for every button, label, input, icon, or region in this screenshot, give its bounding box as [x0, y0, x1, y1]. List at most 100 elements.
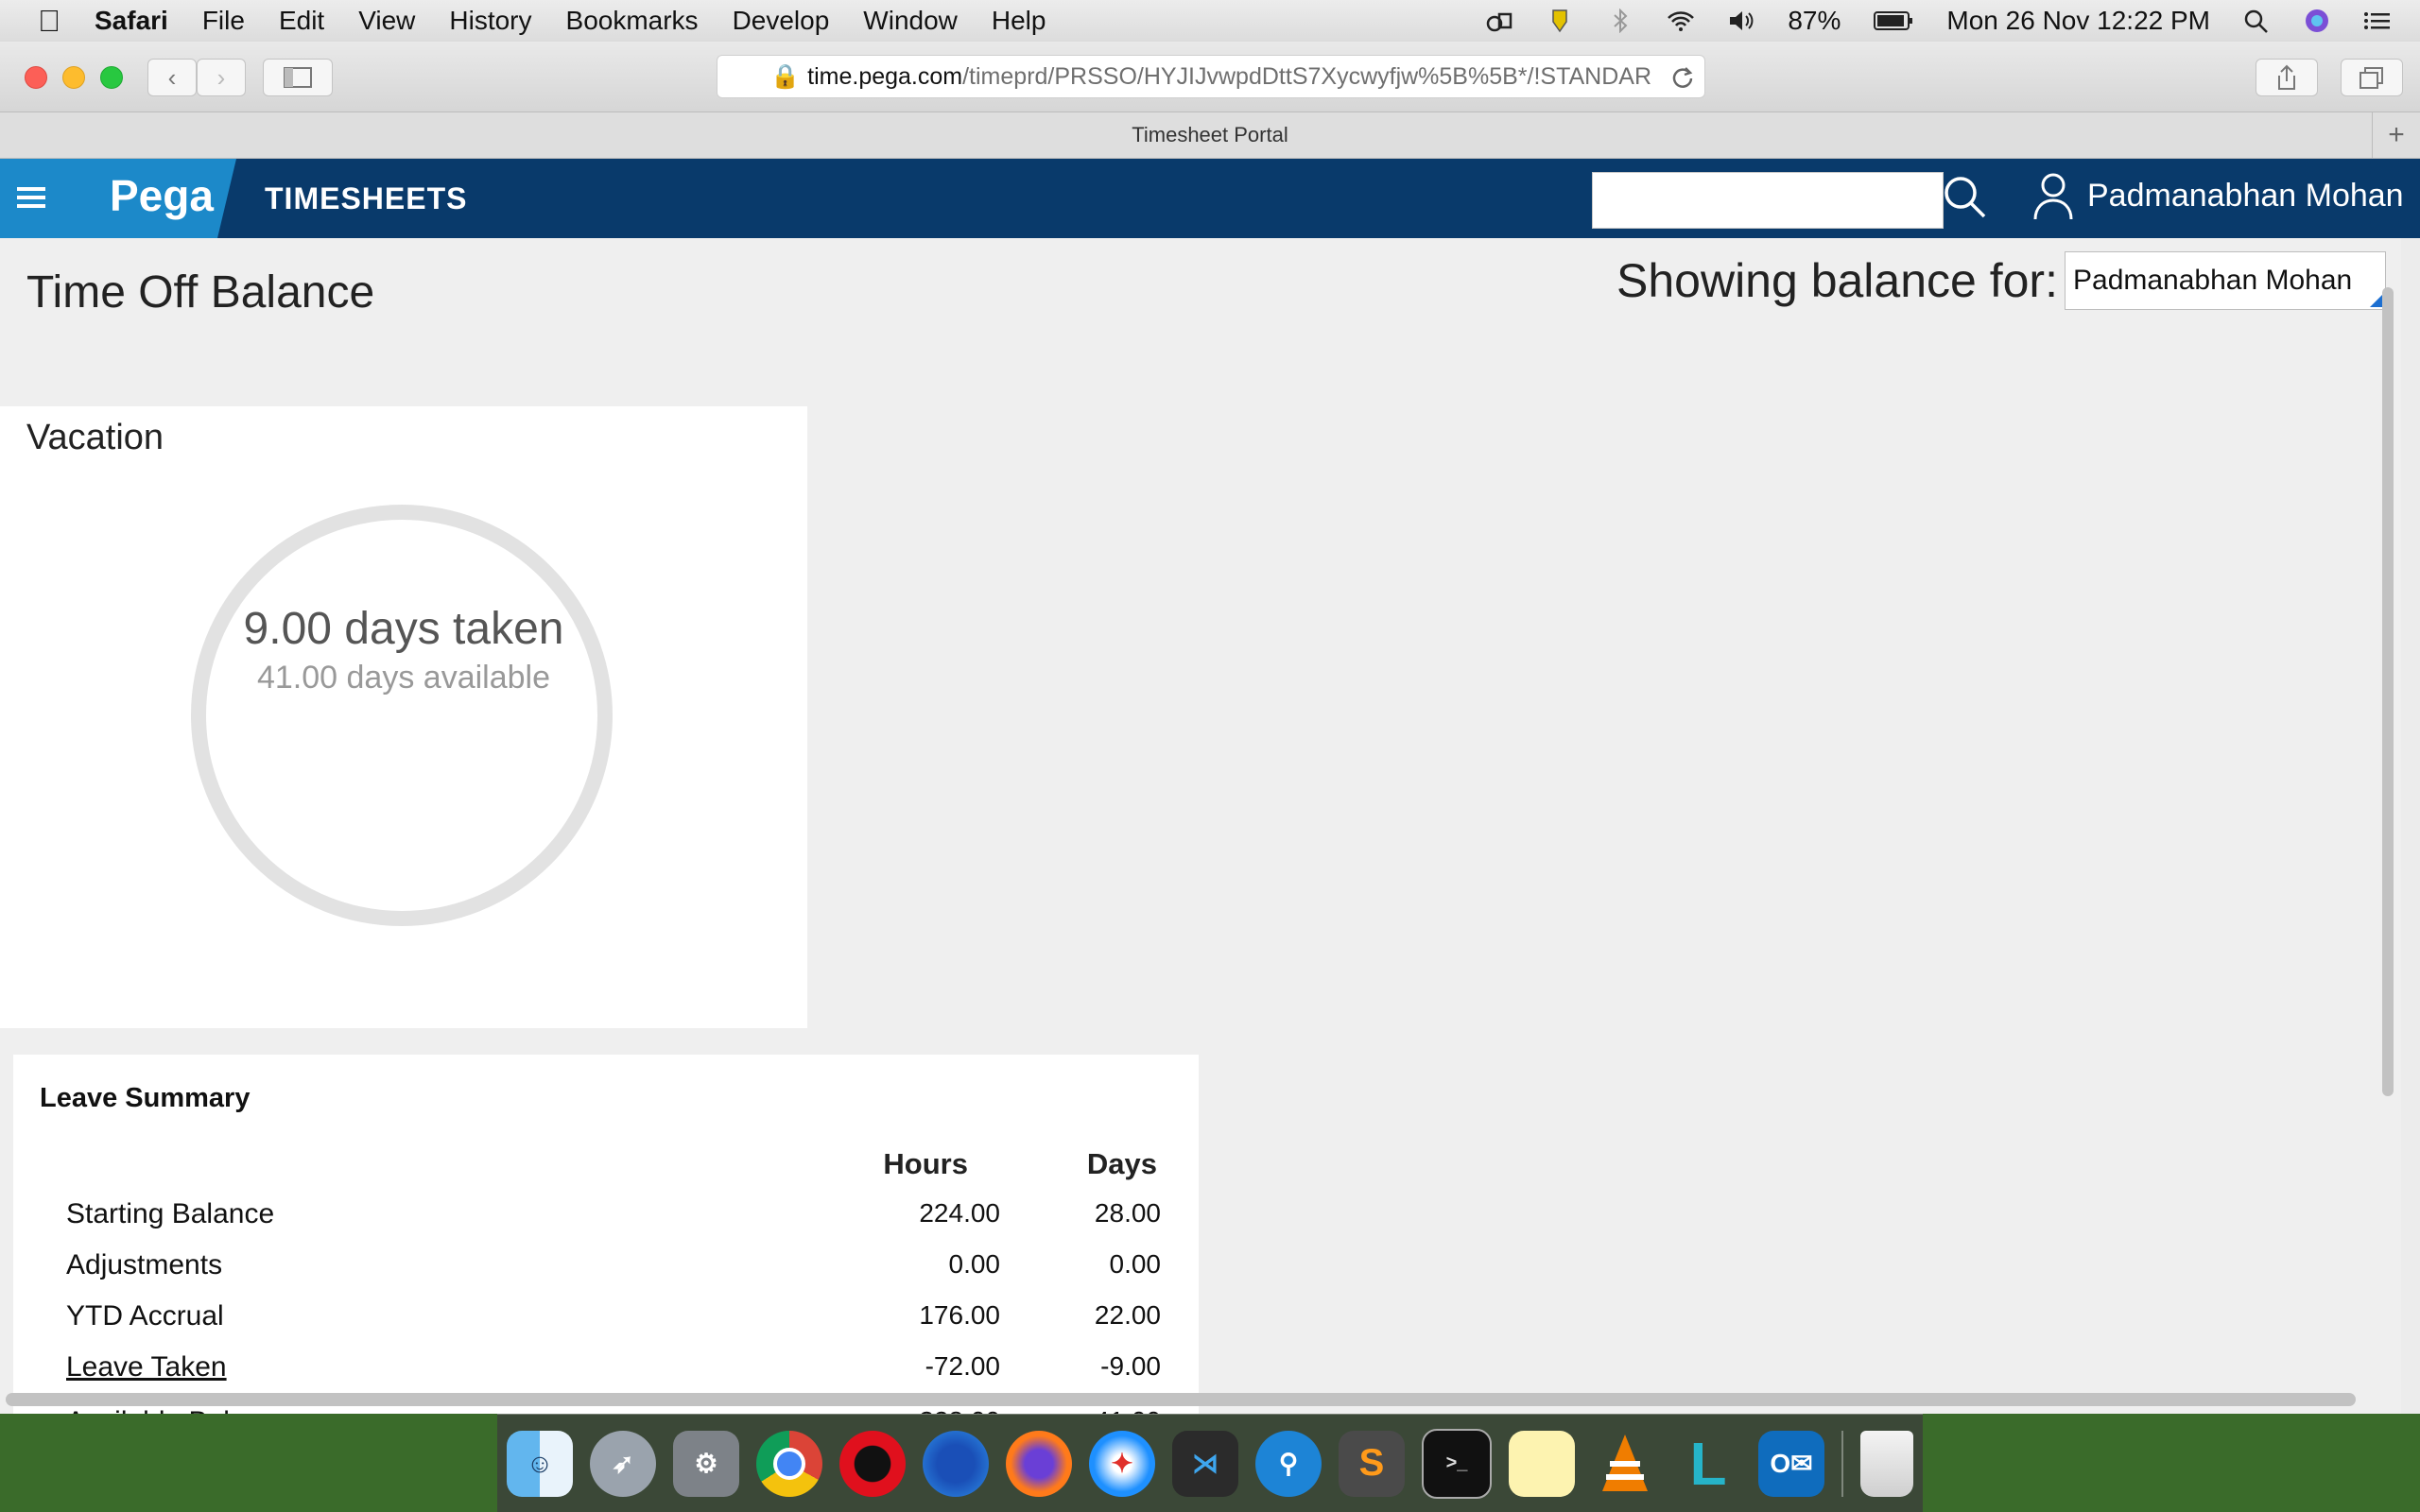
- plus-icon: +: [2388, 119, 2405, 150]
- firefox-icon[interactable]: [1006, 1430, 1072, 1497]
- firefox-developer-icon[interactable]: [923, 1430, 989, 1497]
- menubar-status-area: 87% Mon 26 Nov 12:22 PM: [1485, 0, 2392, 42]
- lock-icon: 🔒: [770, 62, 801, 90]
- battery-icon[interactable]: [1873, 9, 1914, 33]
- row-days: 22.00: [1094, 1300, 1161, 1330]
- menu-file[interactable]: File: [202, 6, 245, 36]
- column-header-days: Days: [1086, 1147, 1157, 1180]
- search-icon[interactable]: [1942, 174, 1989, 221]
- finder-icon[interactable]: ☺: [507, 1430, 573, 1497]
- sourcetree-icon[interactable]: ⚲: [1255, 1430, 1322, 1497]
- row-label: Available Balance: [66, 1406, 291, 1414]
- volume-icon[interactable]: [1727, 9, 1755, 33]
- row-label: Starting Balance: [66, 1198, 275, 1229]
- tabs-overview-icon: [2360, 67, 2383, 89]
- menu-app-name[interactable]: Safari: [95, 6, 168, 36]
- terminal-icon[interactable]: >_: [1422, 1428, 1492, 1499]
- employee-select-value: Padmanabhan Mohan: [2073, 265, 2353, 296]
- show-tabs-button[interactable]: [2341, 59, 2403, 96]
- donut-track: [191, 505, 613, 926]
- wifi-icon[interactable]: [1667, 9, 1695, 33]
- opera-icon[interactable]: [839, 1430, 906, 1497]
- zoom-window-button[interactable]: [100, 66, 123, 89]
- macos-dock: ☺ ➶ ⚙ ✦ ⋊ ⚲ S >_ L O✉: [497, 1414, 1923, 1512]
- outlook-icon[interactable]: O✉: [1758, 1430, 1824, 1497]
- sublime-text-icon[interactable]: S: [1339, 1430, 1405, 1497]
- trash-icon[interactable]: [1860, 1430, 1913, 1497]
- chrome-icon[interactable]: [756, 1430, 822, 1497]
- vlc-icon[interactable]: [1592, 1431, 1658, 1497]
- reload-icon[interactable]: [1670, 65, 1695, 90]
- menu-bookmarks[interactable]: Bookmarks: [566, 6, 699, 36]
- chevron-left-icon: ‹: [167, 62, 177, 92]
- menu-window[interactable]: Window: [863, 6, 958, 36]
- tab-bar: Timesheet Portal +: [0, 112, 2420, 159]
- share-icon: [2278, 64, 2295, 90]
- forward-button[interactable]: ›: [197, 59, 246, 96]
- menubar-clock[interactable]: Mon 26 Nov 12:22 PM: [1946, 6, 2210, 36]
- days-taken-text: 9.00 days taken: [243, 604, 564, 654]
- row-label: Adjustments: [66, 1249, 223, 1280]
- employee-select[interactable]: Padmanabhan Mohan: [2065, 251, 2386, 310]
- back-button[interactable]: ‹: [147, 59, 197, 96]
- system-preferences-icon[interactable]: ⚙: [673, 1430, 739, 1497]
- new-tab-button[interactable]: +: [2372, 112, 2420, 158]
- leave-summary-card: Leave Summary Hours Days Starting Balanc…: [13, 1055, 1199, 1414]
- dropdown-corner-icon: [2370, 294, 2383, 307]
- sidebar-toggle-button[interactable]: [263, 59, 333, 96]
- table-row-total: Available Balance 328.00 41.00: [40, 1406, 1185, 1414]
- app-title[interactable]: TIMESHEETS: [265, 181, 467, 216]
- row-days: 41.00: [972, 1406, 1161, 1414]
- lync-icon[interactable]: L: [1675, 1430, 1741, 1498]
- table-row: YTD Accrual 176.00 22.00: [40, 1300, 1185, 1351]
- app-header: Pega TIMESHEETS Padmanabhan Mohan: [0, 159, 2420, 238]
- url-path: /timeprd/PRSSO/HYJIJvwpdDttS7Xycwyfjw%5B…: [962, 62, 1652, 90]
- vacation-donut-chart: [191, 505, 613, 926]
- apple-icon[interactable]: : [38, 4, 60, 39]
- user-icon[interactable]: [2032, 172, 2074, 221]
- menu-help[interactable]: Help: [992, 6, 1046, 36]
- siri-icon[interactable]: [2303, 9, 2331, 33]
- menu-develop[interactable]: Develop: [733, 6, 830, 36]
- hamburger-icon-line: [17, 196, 45, 199]
- leave-taken-link[interactable]: Leave Taken: [66, 1351, 227, 1383]
- battery-percent: 87%: [1788, 6, 1841, 35]
- launchpad-icon[interactable]: ➶: [590, 1430, 656, 1497]
- sidebar-icon: [284, 67, 312, 88]
- header-username[interactable]: Padmanabhan Mohan: [2087, 178, 2404, 215]
- cloud-sync-icon[interactable]: [1485, 9, 1513, 33]
- table-row: Starting Balance 224.00 28.00: [40, 1198, 1185, 1249]
- hamburger-menu-button[interactable]: [0, 159, 85, 238]
- menu-view[interactable]: View: [358, 6, 415, 36]
- search-input[interactable]: [1592, 172, 1944, 229]
- notes-icon[interactable]: [1509, 1430, 1575, 1497]
- bluetooth-icon[interactable]: [1606, 9, 1634, 33]
- days-available-text: 41.00 days available: [256, 660, 550, 696]
- close-window-button[interactable]: [25, 66, 47, 89]
- dock-separator: [1841, 1430, 1843, 1497]
- notification-center-icon[interactable]: [2363, 9, 2392, 33]
- menu-edit[interactable]: Edit: [279, 6, 324, 36]
- column-header-hours: Hours: [883, 1147, 968, 1180]
- vacation-label: Vacation: [26, 418, 164, 457]
- macos-menubar:  Safari File Edit View History Bookmark…: [0, 0, 2420, 42]
- vscode-icon[interactable]: ⋊: [1172, 1430, 1238, 1497]
- safari-window: ‹ › 🔒 time.pega.com /timeprd/PRSSO/HYJIJ…: [0, 42, 2420, 1414]
- pega-logo[interactable]: Pega: [110, 170, 214, 221]
- address-bar[interactable]: 🔒 time.pega.com /timeprd/PRSSO/HYJIJvwpd…: [717, 55, 1705, 98]
- horizontal-scrollbar[interactable]: [6, 1393, 2356, 1406]
- vertical-scrollbar[interactable]: [2382, 287, 2394, 1096]
- safari-icon[interactable]: ✦: [1089, 1430, 1155, 1497]
- spotlight-search-icon[interactable]: [2242, 9, 2271, 33]
- vacation-card: Vacation 9.00 days taken 41.00 days avai…: [0, 406, 807, 1028]
- tab-timesheet-portal[interactable]: Timesheet Portal: [1132, 123, 1288, 147]
- shield-icon[interactable]: [1546, 9, 1574, 33]
- hamburger-icon: [17, 187, 45, 191]
- table-row: Adjustments 0.00 0.00: [40, 1249, 1185, 1300]
- menu-history[interactable]: History: [449, 6, 531, 36]
- share-button[interactable]: [2256, 59, 2318, 96]
- page-title: Time Off Balance: [26, 267, 375, 318]
- minimize-window-button[interactable]: [62, 66, 85, 89]
- showing-balance-label: Showing balance for:: [1616, 254, 2058, 307]
- row-days: -9.00: [1100, 1351, 1161, 1381]
